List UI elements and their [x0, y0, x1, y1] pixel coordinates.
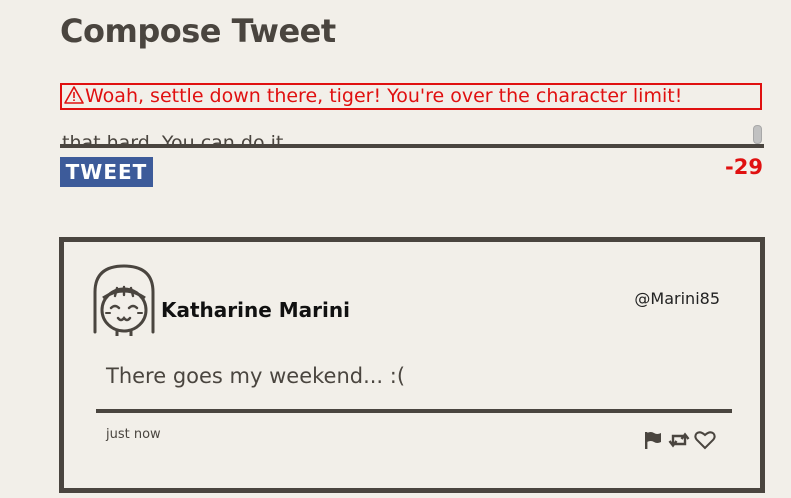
warning-icon — [64, 86, 84, 108]
retweet-icon[interactable] — [668, 430, 690, 450]
error-message: Woah, settle down there, tiger! You're o… — [85, 85, 683, 107]
tweet-divider — [96, 409, 732, 413]
tweet-timestamp: just now — [106, 427, 161, 442]
textarea-scrollbar[interactable] — [753, 125, 762, 144]
tweet-card: Katharine Marini @Marini85 There goes my… — [59, 237, 765, 493]
author-name: Katharine Marini — [161, 298, 350, 322]
author-handle: @Marini85 — [634, 289, 720, 308]
heart-icon[interactable] — [694, 430, 716, 450]
avatar-icon — [89, 262, 159, 342]
tweet-textarea[interactable]: xxxx that hard. You can do it. — [60, 110, 764, 148]
tweet-textarea-text: xxxx that hard. You can do it. — [62, 132, 290, 148]
character-counter: -29 — [725, 155, 763, 179]
page-title: Compose Tweet — [60, 12, 336, 50]
tweet-button[interactable]: TWEET — [60, 157, 153, 187]
character-limit-error: Woah, settle down there, tiger! You're o… — [60, 83, 762, 110]
tweet-body: There goes my weekend... :( — [106, 364, 406, 388]
tweet-actions — [642, 430, 716, 450]
flag-icon[interactable] — [642, 430, 664, 450]
